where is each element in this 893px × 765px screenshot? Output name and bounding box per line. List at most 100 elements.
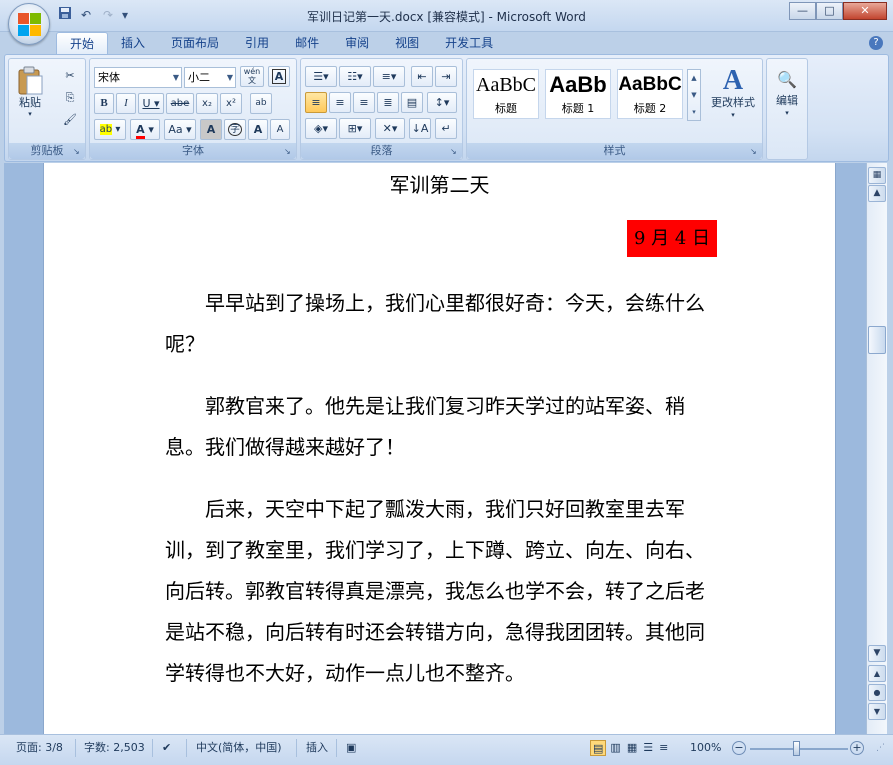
proofing-icon[interactable]: ✔ xyxy=(162,740,171,756)
change-case-button[interactable]: Aa ▾ xyxy=(164,119,196,140)
phonetic-guide-button[interactable]: wén 文 xyxy=(240,66,264,87)
zoom-out-icon[interactable]: − xyxy=(732,741,746,755)
shading-button[interactable]: ◈▾ xyxy=(305,118,337,139)
format-painter-button[interactable]: 🖌 xyxy=(59,109,81,130)
editing-button[interactable]: 🔍 编辑 ▾ xyxy=(769,65,805,135)
zoom-in-icon[interactable]: + xyxy=(850,741,864,755)
tab-page-layout[interactable]: 页面布局 xyxy=(158,32,232,54)
paste-button[interactable]: 粘贴 ▾ xyxy=(13,63,47,125)
styles-launcher-icon[interactable]: ↘ xyxy=(750,147,759,156)
clear-formatting-button[interactable]: ab xyxy=(250,93,272,114)
close-button[interactable]: ✕ xyxy=(843,2,887,20)
font-color-icon: A xyxy=(136,123,145,139)
highlight-button[interactable]: ab ▾ xyxy=(94,119,126,140)
office-button[interactable] xyxy=(8,3,50,45)
document-page[interactable]: 军训第二天 9 月 4 日 早早站到了操场上，我们心里都很好奇：今天，会练什么呢… xyxy=(43,163,836,734)
style-title[interactable]: AaBbC 标题 xyxy=(473,69,539,119)
group-font: 宋体 ▼ 小二 ▼ wén 文 A B I U ▾ abe x₂ x² ab ab … xyxy=(89,58,297,160)
paste-dropdown-icon[interactable]: ▾ xyxy=(14,110,46,118)
align-left-button[interactable]: ≡ xyxy=(305,92,327,113)
style-heading-2[interactable]: AaBbC 标题 2 xyxy=(617,69,683,119)
word-count[interactable]: 字数: 2,503 xyxy=(84,740,145,756)
maximize-button[interactable]: □ xyxy=(816,2,843,20)
group-styles: AaBbC 标题 AaBb 标题 1 AaBbC 标题 2 ▲ ▼ ▾ A 更改… xyxy=(466,58,763,160)
resize-grip-icon[interactable]: ⋰ xyxy=(876,740,885,756)
chevron-up-icon[interactable]: ▲ xyxy=(688,70,700,87)
character-border-button[interactable]: A xyxy=(268,66,290,87)
character-shading-button[interactable]: A xyxy=(200,119,222,140)
font-name-combo[interactable]: 宋体 ▼ xyxy=(94,67,182,88)
show-marks-button[interactable]: ↵ xyxy=(435,118,457,139)
tab-insert[interactable]: 插入 xyxy=(108,32,158,54)
macro-record-icon[interactable]: ▣ xyxy=(346,740,356,756)
numbering-button[interactable]: ☷▾ xyxy=(339,66,371,87)
help-icon[interactable]: ? xyxy=(869,36,883,50)
distributed-button[interactable]: ▤ xyxy=(401,92,423,113)
enclose-characters-button[interactable]: 字 xyxy=(224,119,246,140)
asian-layout-icon: ✕▾ xyxy=(382,122,398,135)
line-spacing-button[interactable]: ↕▾ xyxy=(427,92,457,113)
grow-font-button[interactable]: A xyxy=(248,119,268,140)
copy-button[interactable]: ⎘ xyxy=(59,87,81,108)
clipboard-launcher-icon[interactable]: ↘ xyxy=(73,147,82,156)
vertical-scrollbar[interactable]: ▦ ▲ ▼ ▲ ● ▼ xyxy=(866,163,887,734)
paragraph-launcher-icon[interactable]: ↘ xyxy=(450,147,459,156)
tab-references[interactable]: 引用 xyxy=(232,32,282,54)
ruler-toggle-icon[interactable]: ▦ xyxy=(868,167,886,184)
superscript-icon: x² xyxy=(226,98,236,109)
scroll-up-icon[interactable]: ▲ xyxy=(868,185,886,202)
binoculars-icon: 🔍 xyxy=(777,70,797,89)
justify-button[interactable]: ≣ xyxy=(377,92,399,113)
tab-mailings[interactable]: 邮件 xyxy=(282,32,332,54)
bold-button[interactable]: B xyxy=(94,93,114,114)
italic-button[interactable]: I xyxy=(116,93,136,114)
minimize-button[interactable]: — xyxy=(789,2,816,20)
web-layout-icon[interactable]: ▦ xyxy=(625,740,639,756)
select-browse-object-icon[interactable]: ● xyxy=(868,684,886,701)
asian-layout-button[interactable]: ✕▾ xyxy=(375,118,405,139)
shrink-font-button[interactable]: A xyxy=(270,119,290,140)
tab-developer[interactable]: 开发工具 xyxy=(432,32,506,54)
align-center-button[interactable]: ≡ xyxy=(329,92,351,113)
strikethrough-button[interactable]: abe xyxy=(166,93,194,114)
zoom-slider-thumb[interactable] xyxy=(793,741,800,756)
zoom-level[interactable]: 100% xyxy=(690,740,721,756)
multilevel-list-icon: ≡▾ xyxy=(381,70,397,83)
underline-button[interactable]: U ▾ xyxy=(138,93,164,114)
tab-view[interactable]: 视图 xyxy=(382,32,432,54)
align-right-button[interactable]: ≡ xyxy=(353,92,375,113)
tab-review[interactable]: 审阅 xyxy=(332,32,382,54)
previous-page-icon[interactable]: ▲ xyxy=(868,665,886,682)
multilevel-list-button[interactable]: ≡▾ xyxy=(373,66,405,87)
increase-indent-button[interactable]: ⇥ xyxy=(435,66,457,87)
tab-home[interactable]: 开始 xyxy=(56,32,109,54)
insert-mode-indicator[interactable]: 插入 xyxy=(306,740,328,756)
font-launcher-icon[interactable]: ↘ xyxy=(284,147,293,156)
cut-button[interactable]: ✂ xyxy=(59,65,81,86)
page-indicator[interactable]: 页面: 3/8 xyxy=(16,740,63,756)
outline-icon[interactable]: ☰ xyxy=(641,740,655,756)
superscript-button[interactable]: x² xyxy=(220,93,242,114)
draft-icon[interactable]: ≡ xyxy=(657,740,670,756)
decrease-indent-button[interactable]: ⇤ xyxy=(411,66,433,87)
styles-gallery-scroller[interactable]: ▲ ▼ ▾ xyxy=(687,69,701,121)
change-styles-button[interactable]: A 更改样式 ▾ xyxy=(707,65,759,131)
group-clipboard: 粘贴 ▾ ✂ ⎘ 🖌 剪贴板 ↘ xyxy=(8,58,86,160)
gallery-more-icon[interactable]: ▾ xyxy=(688,104,700,121)
print-layout-icon[interactable]: ▤ xyxy=(590,740,607,756)
sort-button[interactable]: ↓A xyxy=(409,118,431,139)
scrollbar-thumb[interactable] xyxy=(868,326,886,354)
font-color-button[interactable]: A ▾ xyxy=(130,119,160,140)
clear-formatting-icon: ab xyxy=(255,98,267,108)
subscript-button[interactable]: x₂ xyxy=(196,93,218,114)
borders-button[interactable]: ⊞▾ xyxy=(339,118,371,139)
style-heading-1[interactable]: AaBb 标题 1 xyxy=(545,69,611,119)
language-indicator[interactable]: 中文(简体，中国) xyxy=(196,740,282,756)
chevron-down-icon[interactable]: ▼ xyxy=(688,87,700,104)
full-screen-reading-icon[interactable]: ▥ xyxy=(608,740,622,756)
next-page-icon[interactable]: ▼ xyxy=(868,703,886,720)
scroll-down-icon[interactable]: ▼ xyxy=(868,645,886,662)
bullets-button[interactable]: ☰▾ xyxy=(305,66,337,87)
font-size-combo[interactable]: 小二 ▼ xyxy=(184,67,236,88)
line-spacing-icon: ↕▾ xyxy=(434,96,450,109)
